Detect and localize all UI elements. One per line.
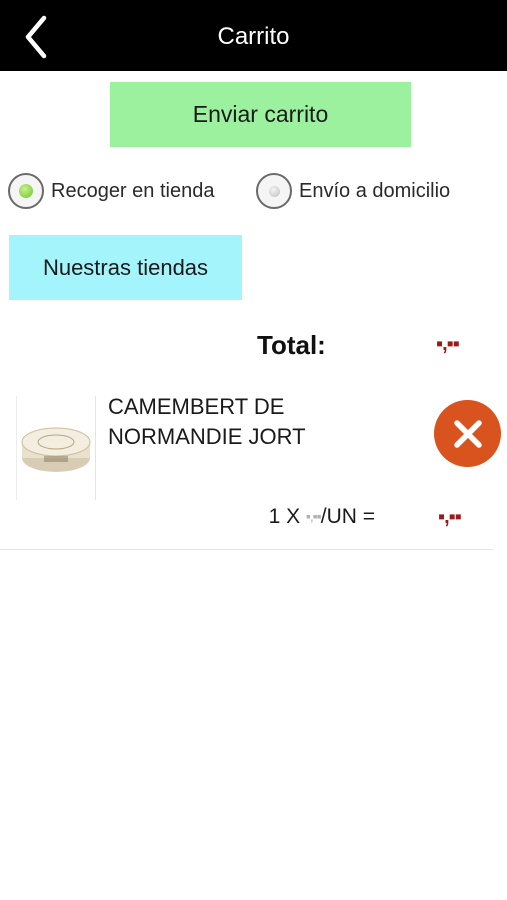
radio-unselected-indicator xyxy=(256,173,292,209)
pickup-in-store-radio[interactable]: Recoger en tienda xyxy=(8,173,214,209)
radio-selected-indicator xyxy=(8,173,44,209)
total-value: ▪,▪▪ xyxy=(436,333,460,355)
page-title: Carrito xyxy=(217,23,290,50)
back-button[interactable] xyxy=(18,14,58,60)
unit-label: /UN = xyxy=(320,505,375,528)
quantity-line: 1 X ▪,▪▪/UN = xyxy=(269,505,375,529)
cart-item: CAMEMBERT DE NORMANDIE JORT 1 X ▪,▪▪/UN … xyxy=(0,380,501,550)
quantity: 1 X xyxy=(268,505,301,528)
chevron-left-icon xyxy=(25,15,47,59)
close-icon xyxy=(453,419,482,448)
product-name: CAMEMBERT DE NORMANDIE JORT xyxy=(108,394,306,449)
top-bar: Carrito xyxy=(0,0,507,71)
delivery-options: Recoger en tienda Envío a domicilio xyxy=(0,173,507,209)
radio-label: Recoger en tienda xyxy=(51,179,215,202)
our-stores-button[interactable]: Nuestras tiendas xyxy=(9,235,242,300)
radio-label: Envío a domicilio xyxy=(299,179,451,202)
remove-item-button[interactable] xyxy=(434,400,501,467)
send-cart-button[interactable]: Enviar carrito xyxy=(110,82,411,147)
home-delivery-radio[interactable]: Envío a domicilio xyxy=(256,173,450,209)
total-label: Total: xyxy=(257,330,326,360)
unit-price: ▪,▪▪ xyxy=(305,508,322,524)
product-image xyxy=(16,396,96,500)
line-total: ▪,▪▪ xyxy=(438,506,462,528)
